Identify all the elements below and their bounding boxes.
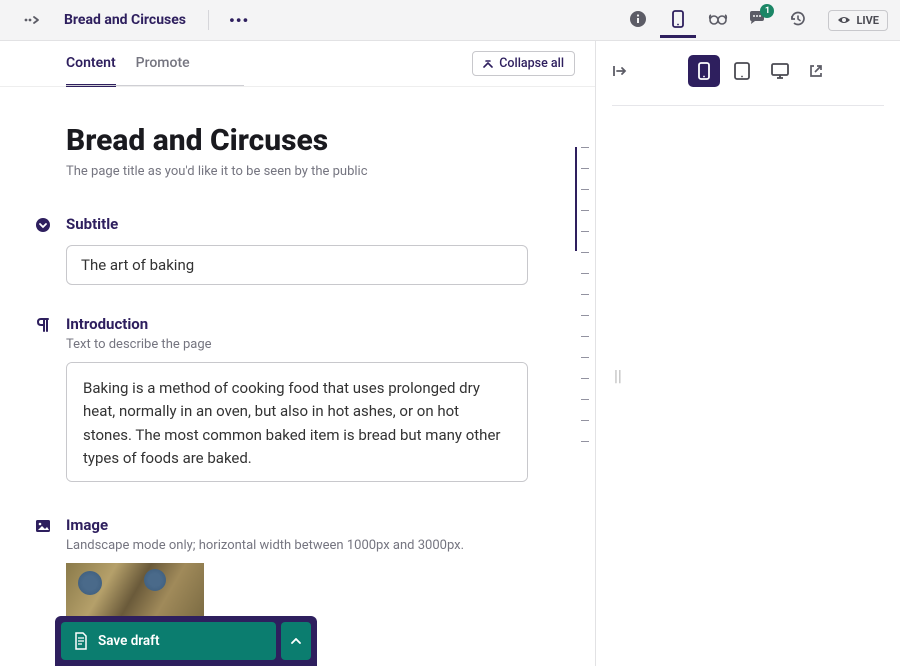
tab-content[interactable]: Content <box>66 42 116 87</box>
chevron-down-icon[interactable] <box>34 216 52 234</box>
open-external-icon[interactable] <box>808 63 824 79</box>
title-help-text: The page title as you'd like it to be se… <box>66 164 575 179</box>
tabs: Content Promote <box>66 42 190 86</box>
introduction-label: Introduction <box>66 315 575 333</box>
subtitle-field: Subtitle <box>66 215 575 285</box>
device-desktop-button[interactable] <box>764 55 796 87</box>
introduction-field: Introduction Text to describe the page <box>66 315 575 486</box>
subtitle-label: Subtitle <box>66 215 575 233</box>
main: Content Promote Collapse all Bread and C… <box>0 41 900 666</box>
tab-promote[interactable]: Promote <box>136 42 190 86</box>
history-icon[interactable] <box>780 2 816 38</box>
comment-count-badge: 1 <box>760 4 774 18</box>
content-area: Bread and Circuses The page title as you… <box>0 87 595 666</box>
title-section: Bread and Circuses The page title as you… <box>66 123 575 179</box>
page-title[interactable]: Bread and Circuses <box>66 123 575 158</box>
save-draft-button[interactable]: Save draft <box>61 622 276 660</box>
preview-body: || <box>612 106 884 385</box>
info-icon[interactable] <box>620 2 656 38</box>
tabs-row: Content Promote Collapse all <box>0 41 595 87</box>
tabs-underline <box>66 85 244 86</box>
introduction-help: Text to describe the page <box>66 337 575 352</box>
live-button[interactable]: LIVE <box>828 10 888 31</box>
save-footer: Save draft <box>55 616 317 666</box>
collapse-all-button[interactable]: Collapse all <box>472 51 575 76</box>
preview-pane: || <box>596 41 900 666</box>
accessibility-icon[interactable] <box>700 2 736 38</box>
device-tablet-button[interactable] <box>726 55 758 87</box>
comments-icon[interactable]: 1 <box>740 2 776 38</box>
image-field: Image Landscape mode only; horizontal wi… <box>66 516 575 621</box>
header-page-title[interactable]: Bread and Circuses <box>58 12 192 28</box>
minimap[interactable] <box>575 147 589 442</box>
image-help: Landscape mode only; horizontal width be… <box>66 538 575 553</box>
topbar-right: 1 LIVE <box>620 2 888 38</box>
collapse-all-label: Collapse all <box>499 56 564 71</box>
preview-cursor: || <box>614 366 622 385</box>
top-bar: Bread and Circuses ••• 1 LIVE <box>0 0 900 41</box>
image-label: Image <box>66 516 575 534</box>
image-preview[interactable] <box>66 563 204 621</box>
preview-icon[interactable] <box>660 2 696 38</box>
subtitle-input[interactable] <box>66 245 528 285</box>
editor-pane: Content Promote Collapse all Bread and C… <box>0 41 596 666</box>
device-mobile-button[interactable] <box>688 55 720 87</box>
save-options-button[interactable] <box>281 622 311 660</box>
separator <box>208 10 209 30</box>
topbar-left: Bread and Circuses ••• <box>24 10 253 30</box>
image-icon[interactable] <box>34 517 52 535</box>
preview-toolbar <box>612 55 884 106</box>
expand-preview-icon[interactable] <box>612 64 628 78</box>
more-actions-button[interactable]: ••• <box>225 11 253 30</box>
paragraph-icon[interactable] <box>34 316 52 334</box>
save-draft-label: Save draft <box>98 633 160 649</box>
introduction-textarea[interactable] <box>66 362 528 482</box>
expand-sidebar-icon[interactable] <box>24 13 42 27</box>
live-label: LIVE <box>856 14 879 27</box>
